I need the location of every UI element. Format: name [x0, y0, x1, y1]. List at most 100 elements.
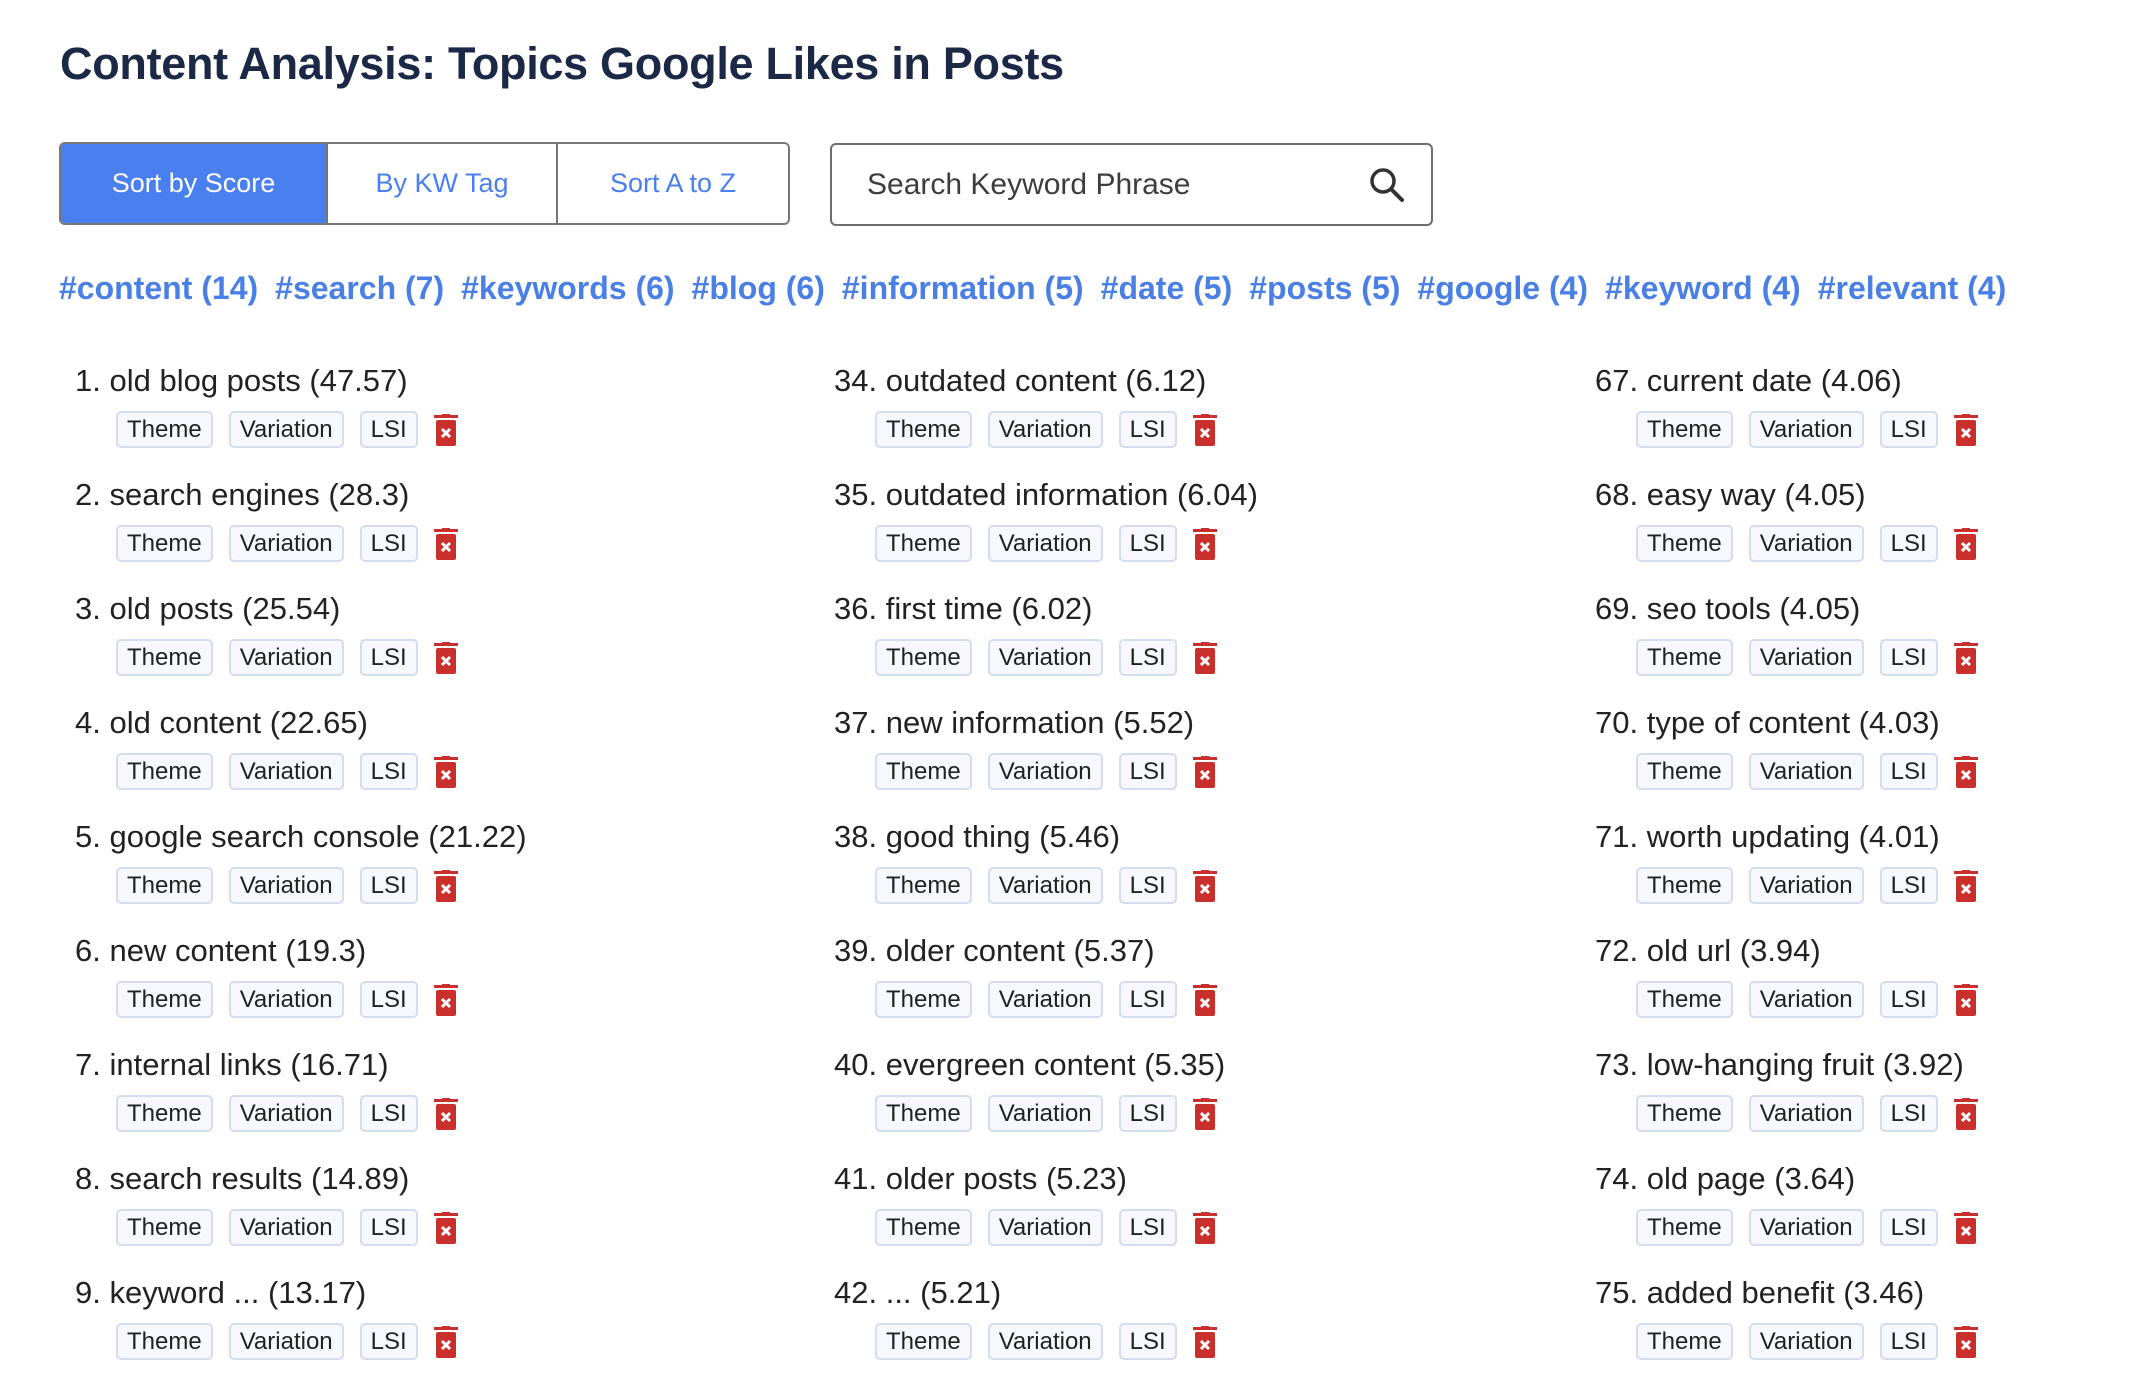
theme-tag-button[interactable]: Theme: [1636, 1323, 1733, 1360]
theme-tag-button[interactable]: Theme: [116, 639, 213, 676]
lsi-tag-button[interactable]: LSI: [1118, 639, 1177, 676]
lsi-tag-button[interactable]: LSI: [359, 411, 418, 448]
lsi-tag-button[interactable]: LSI: [1879, 1323, 1938, 1360]
trash-delete-icon[interactable]: [1953, 413, 1978, 446]
lsi-tag-button[interactable]: LSI: [359, 981, 418, 1018]
theme-tag-button[interactable]: Theme: [875, 525, 972, 562]
variation-tag-button[interactable]: Variation: [1748, 1095, 1864, 1132]
lsi-tag-button[interactable]: LSI: [359, 867, 418, 904]
theme-tag-button[interactable]: Theme: [1636, 1209, 1733, 1246]
sort-a-to-z-button[interactable]: Sort A to Z: [556, 144, 788, 223]
theme-tag-button[interactable]: Theme: [875, 1209, 972, 1246]
trash-delete-icon[interactable]: [433, 755, 458, 788]
trash-delete-icon[interactable]: [1953, 869, 1978, 902]
theme-tag-button[interactable]: Theme: [116, 1095, 213, 1132]
lsi-tag-button[interactable]: LSI: [1879, 411, 1938, 448]
hashtag-filter[interactable]: #information (5): [842, 270, 1084, 307]
lsi-tag-button[interactable]: LSI: [359, 1323, 418, 1360]
lsi-tag-button[interactable]: LSI: [1879, 1209, 1938, 1246]
trash-delete-icon[interactable]: [1953, 1211, 1978, 1244]
lsi-tag-button[interactable]: LSI: [1118, 411, 1177, 448]
hashtag-filter[interactable]: #posts (5): [1249, 270, 1400, 307]
hashtag-filter[interactable]: #blog (6): [692, 270, 825, 307]
sort-by-score-button[interactable]: Sort by Score: [61, 144, 326, 223]
variation-tag-button[interactable]: Variation: [987, 525, 1103, 562]
trash-delete-icon[interactable]: [1192, 527, 1217, 560]
theme-tag-button[interactable]: Theme: [1636, 525, 1733, 562]
lsi-tag-button[interactable]: LSI: [359, 639, 418, 676]
lsi-tag-button[interactable]: LSI: [1118, 1209, 1177, 1246]
lsi-tag-button[interactable]: LSI: [1118, 753, 1177, 790]
sort-by-kw-tag-button[interactable]: By KW Tag: [326, 144, 556, 223]
lsi-tag-button[interactable]: LSI: [359, 753, 418, 790]
hashtag-filter[interactable]: #search (7): [275, 270, 444, 307]
trash-delete-icon[interactable]: [1953, 1325, 1978, 1358]
theme-tag-button[interactable]: Theme: [1636, 753, 1733, 790]
variation-tag-button[interactable]: Variation: [228, 525, 344, 562]
trash-delete-icon[interactable]: [1953, 1097, 1978, 1130]
theme-tag-button[interactable]: Theme: [116, 753, 213, 790]
theme-tag-button[interactable]: Theme: [875, 867, 972, 904]
lsi-tag-button[interactable]: LSI: [1879, 525, 1938, 562]
lsi-tag-button[interactable]: LSI: [1879, 867, 1938, 904]
variation-tag-button[interactable]: Variation: [228, 1209, 344, 1246]
trash-delete-icon[interactable]: [1192, 869, 1217, 902]
variation-tag-button[interactable]: Variation: [228, 639, 344, 676]
hashtag-filter[interactable]: #keyword (4): [1605, 270, 1801, 307]
theme-tag-button[interactable]: Theme: [1636, 867, 1733, 904]
theme-tag-button[interactable]: Theme: [1636, 411, 1733, 448]
theme-tag-button[interactable]: Theme: [116, 411, 213, 448]
hashtag-filter[interactable]: #relevant (4): [1818, 270, 2007, 307]
lsi-tag-button[interactable]: LSI: [1879, 753, 1938, 790]
variation-tag-button[interactable]: Variation: [1748, 1209, 1864, 1246]
variation-tag-button[interactable]: Variation: [228, 981, 344, 1018]
search-input[interactable]: [865, 166, 1339, 203]
theme-tag-button[interactable]: Theme: [1636, 1095, 1733, 1132]
variation-tag-button[interactable]: Variation: [1748, 753, 1864, 790]
theme-tag-button[interactable]: Theme: [1636, 981, 1733, 1018]
theme-tag-button[interactable]: Theme: [1636, 639, 1733, 676]
theme-tag-button[interactable]: Theme: [875, 753, 972, 790]
variation-tag-button[interactable]: Variation: [228, 867, 344, 904]
lsi-tag-button[interactable]: LSI: [1118, 867, 1177, 904]
theme-tag-button[interactable]: Theme: [116, 867, 213, 904]
lsi-tag-button[interactable]: LSI: [1118, 1095, 1177, 1132]
trash-delete-icon[interactable]: [1192, 755, 1217, 788]
theme-tag-button[interactable]: Theme: [875, 411, 972, 448]
trash-delete-icon[interactable]: [1192, 1325, 1217, 1358]
trash-delete-icon[interactable]: [1953, 527, 1978, 560]
variation-tag-button[interactable]: Variation: [228, 1095, 344, 1132]
trash-delete-icon[interactable]: [1192, 1097, 1217, 1130]
hashtag-filter[interactable]: #content (14): [59, 270, 258, 307]
hashtag-filter[interactable]: #date (5): [1101, 270, 1233, 307]
trash-delete-icon[interactable]: [1953, 755, 1978, 788]
variation-tag-button[interactable]: Variation: [1748, 981, 1864, 1018]
theme-tag-button[interactable]: Theme: [875, 981, 972, 1018]
trash-delete-icon[interactable]: [1192, 1211, 1217, 1244]
trash-delete-icon[interactable]: [433, 641, 458, 674]
variation-tag-button[interactable]: Variation: [987, 639, 1103, 676]
variation-tag-button[interactable]: Variation: [1748, 525, 1864, 562]
lsi-tag-button[interactable]: LSI: [1118, 525, 1177, 562]
hashtag-filter[interactable]: #keywords (6): [461, 270, 674, 307]
trash-delete-icon[interactable]: [1953, 641, 1978, 674]
trash-delete-icon[interactable]: [1192, 983, 1217, 1016]
theme-tag-button[interactable]: Theme: [875, 639, 972, 676]
lsi-tag-button[interactable]: LSI: [359, 1209, 418, 1246]
variation-tag-button[interactable]: Variation: [1748, 639, 1864, 676]
search-icon[interactable]: [1367, 165, 1407, 205]
variation-tag-button[interactable]: Variation: [228, 753, 344, 790]
variation-tag-button[interactable]: Variation: [1748, 1323, 1864, 1360]
lsi-tag-button[interactable]: LSI: [1879, 981, 1938, 1018]
lsi-tag-button[interactable]: LSI: [1118, 1323, 1177, 1360]
lsi-tag-button[interactable]: LSI: [1879, 639, 1938, 676]
variation-tag-button[interactable]: Variation: [987, 867, 1103, 904]
trash-delete-icon[interactable]: [433, 1325, 458, 1358]
hashtag-filter[interactable]: #google (4): [1417, 270, 1588, 307]
trash-delete-icon[interactable]: [433, 413, 458, 446]
theme-tag-button[interactable]: Theme: [116, 1323, 213, 1360]
variation-tag-button[interactable]: Variation: [987, 1209, 1103, 1246]
trash-delete-icon[interactable]: [433, 869, 458, 902]
trash-delete-icon[interactable]: [433, 1211, 458, 1244]
trash-delete-icon[interactable]: [1192, 413, 1217, 446]
